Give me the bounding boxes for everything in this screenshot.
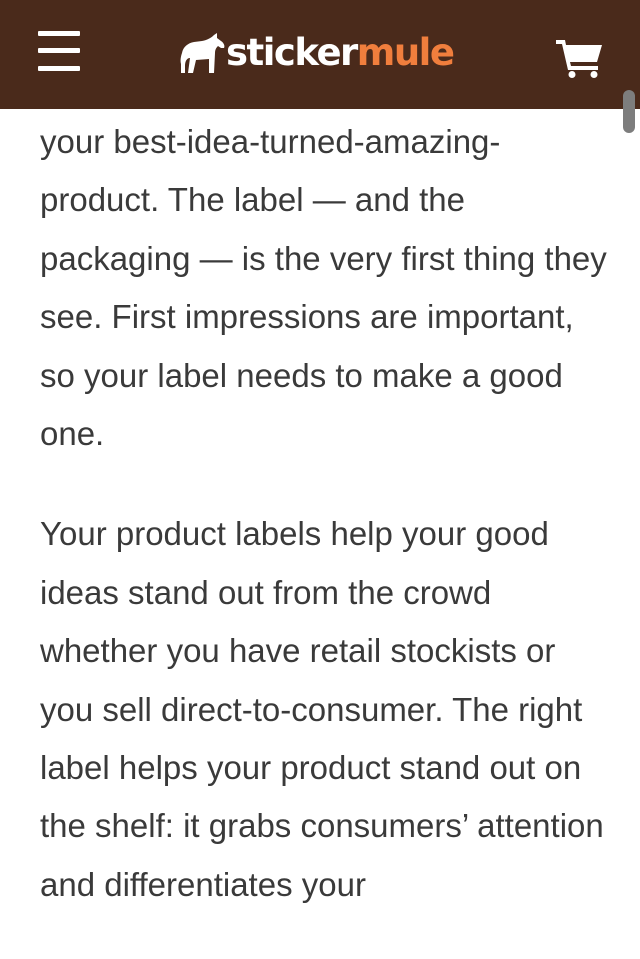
scrollbar-thumb[interactable] [623,90,635,133]
brand-sticker-text: sticker [226,31,358,74]
mule-logo-icon [180,33,225,73]
menu-bar [38,48,80,53]
site-header: stickermule [0,0,640,109]
menu-bar [38,66,80,71]
article-paragraph: your best-idea-turned-amazing-product. T… [40,123,607,453]
shopping-cart-icon[interactable] [556,38,604,78]
article-body: your best-idea-turned-amazing-product. T… [40,109,615,914]
brand-wordmark: stickermule [226,28,455,78]
stickermule-logo[interactable]: stickermule [180,28,455,78]
brand-mule-text: mule [356,31,455,74]
menu-bar [38,31,80,36]
article-paragraph: Your product labels help your good ideas… [40,515,604,903]
hamburger-menu-icon[interactable] [38,31,80,73]
